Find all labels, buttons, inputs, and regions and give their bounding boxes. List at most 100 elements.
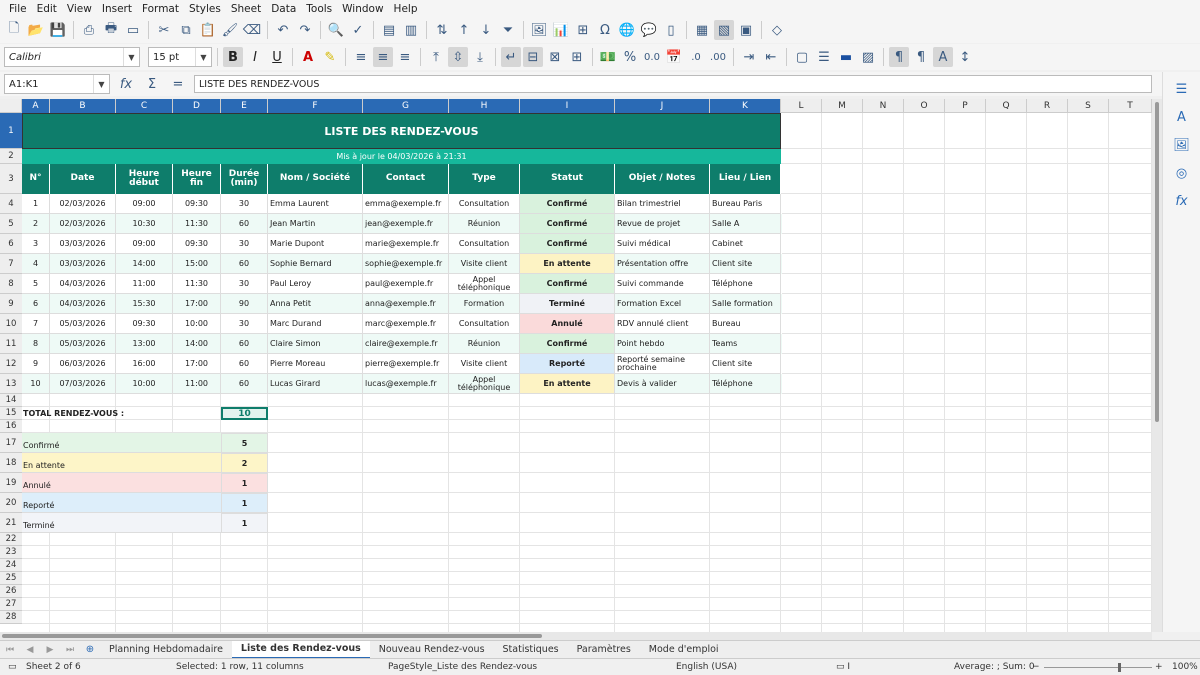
save-icon[interactable]: 💾 [48, 20, 68, 40]
column-header[interactable]: E [221, 99, 268, 113]
table-cell[interactable]: 10 [22, 374, 50, 394]
percent-format-icon[interactable]: % [620, 47, 640, 67]
table-cell[interactable]: 11:00 [116, 274, 173, 294]
column-header[interactable]: T [1109, 99, 1152, 113]
table-cell[interactable]: 6 [22, 294, 50, 314]
table-cell[interactable]: Visite client [449, 254, 520, 274]
table-cell[interactable]: 30 [221, 234, 268, 254]
autofilter-icon[interactable]: ⏷ [498, 20, 518, 40]
column-header[interactable]: L [781, 99, 822, 113]
align-top-icon[interactable]: ⤒ [426, 47, 446, 67]
table-cell[interactable]: 05/03/2026 [50, 314, 116, 334]
merge-cells-icon[interactable]: ⊠ [545, 47, 565, 67]
column-header[interactable]: Q [986, 99, 1027, 113]
row-header[interactable]: 9 [0, 294, 22, 314]
column-header[interactable]: M [822, 99, 863, 113]
row-header[interactable]: 4 [0, 194, 22, 214]
table-cell[interactable]: 3 [22, 234, 50, 254]
column-header[interactable]: S [1068, 99, 1109, 113]
menu-item[interactable]: Styles [184, 3, 226, 15]
zoom-slider[interactable] [1044, 667, 1152, 668]
delete-decimal-icon[interactable]: .00 [708, 47, 728, 67]
row-icon[interactable]: ▤ [379, 20, 399, 40]
sheet-tab[interactable]: Statistiques [494, 644, 568, 655]
table-cell[interactable]: 03/03/2026 [50, 254, 116, 274]
table-cell[interactable]: 17:00 [173, 294, 221, 314]
table-cell[interactable]: anna@exemple.fr [363, 294, 449, 314]
table-cell[interactable]: Devis à valider [615, 374, 710, 394]
summary-value[interactable]: 1 [221, 493, 268, 513]
table-cell[interactable]: Client site [710, 254, 781, 274]
table-cell[interactable]: 09:00 [116, 194, 173, 214]
undo-icon[interactable]: ↶ [273, 20, 293, 40]
print-icon[interactable]: 🖶 [101, 20, 121, 40]
unmerge-cells-icon[interactable]: ⊞ [567, 47, 587, 67]
table-cell[interactable]: Présentation offre [615, 254, 710, 274]
table-cell[interactable]: Consultation [449, 314, 520, 334]
table-cell[interactable]: 15:00 [173, 254, 221, 274]
table-cell[interactable]: Confirmé [520, 274, 615, 294]
align-left-icon[interactable]: ≡ [351, 47, 371, 67]
add-decimal-icon[interactable]: .0 [686, 47, 706, 67]
table-cell[interactable]: Formation Excel [615, 294, 710, 314]
function-wizard-icon[interactable]: fx [116, 74, 136, 94]
table-cell[interactable]: 30 [221, 194, 268, 214]
row-header[interactable]: 18 [0, 453, 22, 473]
row-header[interactable]: 23 [0, 546, 22, 559]
column-header[interactable]: I [520, 99, 615, 113]
table-cell[interactable]: 16:00 [116, 354, 173, 374]
table-cell[interactable]: Confirmé [520, 194, 615, 214]
table-cell[interactable]: 60 [221, 214, 268, 234]
table-cell[interactable]: 60 [221, 334, 268, 354]
table-cell[interactable]: Confirmé [520, 334, 615, 354]
table-cell[interactable]: 03/03/2026 [50, 234, 116, 254]
table-cell[interactable]: claire@exemple.fr [363, 334, 449, 354]
background-color-icon[interactable]: ▨ [858, 47, 878, 67]
table-cell[interactable]: RDV annulé client [615, 314, 710, 334]
increase-indent-icon[interactable]: ⇥ [739, 47, 759, 67]
zoom-out-icon[interactable]: − [1032, 662, 1040, 672]
table-cell[interactable]: Marie Dupont [268, 234, 363, 254]
font-name-combo[interactable]: Calibri ▼ [4, 47, 140, 67]
italic-icon[interactable]: I [245, 47, 265, 67]
spreadsheet-grid[interactable]: ABCDEFGHIJKLMNOPQRST 1 2 3 4 5 6 7 8 9 10 11 12 13 14… [0, 99, 1152, 632]
row-header[interactable]: 11 [0, 334, 22, 354]
table-cell[interactable]: 14:00 [173, 334, 221, 354]
table-cell[interactable]: lucas@exemple.fr [363, 374, 449, 394]
wrap-text-icon[interactable]: ↵ [501, 47, 521, 67]
menu-item[interactable]: Tools [301, 3, 337, 15]
menu-item[interactable]: Edit [32, 3, 62, 15]
align-bottom-icon[interactable]: ⤓ [470, 47, 490, 67]
column-icon[interactable]: ▥ [401, 20, 421, 40]
table-cell[interactable]: 5 [22, 274, 50, 294]
row-header[interactable]: 16 [0, 420, 22, 433]
open-icon[interactable]: 📂 [26, 20, 46, 40]
table-cell[interactable]: marc@exemple.fr [363, 314, 449, 334]
row-header[interactable]: 17 [0, 433, 22, 453]
vertical-scrollbar[interactable] [1152, 99, 1162, 632]
table-cell[interactable]: 04/03/2026 [50, 274, 116, 294]
table-cell[interactable]: Pierre Moreau [268, 354, 363, 374]
menu-item[interactable]: Insert [97, 3, 137, 15]
table-cell[interactable]: Revue de projet [615, 214, 710, 234]
hyperlink-icon[interactable]: 🌐 [617, 20, 637, 40]
table-cell[interactable]: 09:30 [173, 234, 221, 254]
table-cell[interactable]: Appel téléphonique [449, 374, 520, 394]
paste-icon[interactable]: 📋 [198, 20, 218, 40]
row-header[interactable]: 20 [0, 493, 22, 513]
table-cell[interactable]: 14:00 [116, 254, 173, 274]
table-cell[interactable]: Téléphone [710, 274, 781, 294]
pivot-table-icon[interactable]: ⊞ [573, 20, 593, 40]
insert-image-icon[interactable]: 🖼 [529, 20, 549, 40]
table-cell[interactable]: Formation [449, 294, 520, 314]
table-cell[interactable]: En attente [520, 254, 615, 274]
menu-item[interactable]: Sheet [226, 3, 266, 15]
table-cell[interactable]: Consultation [449, 194, 520, 214]
table-cell[interactable]: 60 [221, 354, 268, 374]
table-cell[interactable]: Consultation [449, 234, 520, 254]
sort-descending-icon[interactable]: ↓ [476, 20, 496, 40]
column-header[interactable]: F [268, 99, 363, 113]
sheet-tab[interactable]: Planning Hebdomadaire [100, 644, 232, 655]
table-cell[interactable]: Annulé [520, 314, 615, 334]
bold-icon[interactable]: B [223, 47, 243, 67]
